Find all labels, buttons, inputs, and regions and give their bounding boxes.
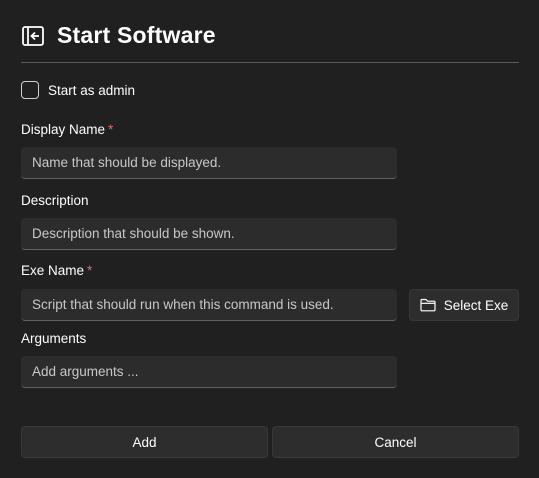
description-label: Description — [21, 193, 89, 208]
cancel-button[interactable]: Cancel — [272, 426, 519, 458]
dialog-header: Start Software — [21, 22, 216, 49]
header-divider — [21, 62, 519, 63]
admin-checkbox-label: Start as admin — [48, 82, 136, 98]
exe-name-label-text: Exe Name — [21, 263, 85, 278]
admin-checkbox-row[interactable]: Start as admin — [21, 81, 135, 99]
arguments-placeholder: Add arguments ... — [32, 364, 139, 379]
description-placeholder: Description that should be shown. — [32, 226, 235, 241]
exe-name-placeholder: Script that should run when this command… — [32, 297, 334, 312]
display-name-placeholder: Name that should be displayed. — [32, 155, 222, 170]
page-title: Start Software — [57, 22, 216, 48]
display-name-input[interactable]: Name that should be displayed. — [21, 147, 397, 179]
pane-close-icon[interactable] — [21, 24, 45, 48]
required-mark: * — [108, 122, 114, 137]
description-input[interactable]: Description that should be shown. — [21, 218, 397, 250]
arguments-input[interactable]: Add arguments ... — [21, 356, 397, 388]
exe-name-input[interactable]: Script that should run when this command… — [21, 289, 397, 321]
display-name-label-text: Display Name — [21, 122, 106, 137]
required-mark: * — [87, 263, 93, 278]
folder-icon — [420, 298, 436, 312]
add-button[interactable]: Add — [21, 426, 268, 458]
select-exe-label: Select Exe — [443, 297, 509, 313]
select-exe-button[interactable]: Select Exe — [409, 289, 519, 321]
display-name-label: Display Name * — [21, 122, 113, 137]
admin-checkbox[interactable] — [21, 81, 39, 99]
exe-name-label: Exe Name * — [21, 263, 92, 278]
arguments-label: Arguments — [21, 331, 87, 346]
